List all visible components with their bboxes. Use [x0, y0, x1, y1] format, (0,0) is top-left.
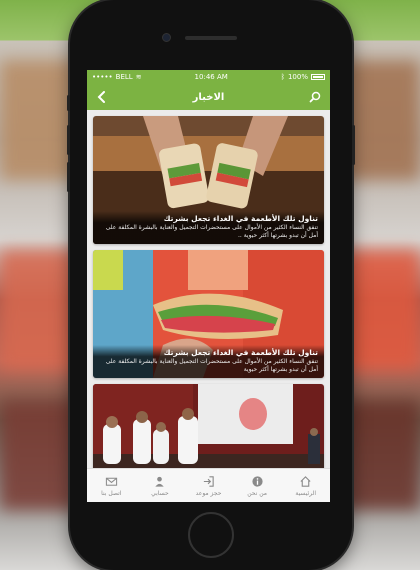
tab-label: الرئيسية — [295, 489, 317, 497]
account-icon — [155, 476, 165, 487]
app-screen: ••••• BELL ≋ 10:46 AM ᛒ 100% الاخبار تنا… — [87, 70, 330, 502]
tab-label: حسابي — [151, 489, 169, 497]
clock: 10:46 AM — [194, 73, 228, 81]
volume-down-button — [67, 162, 70, 192]
news-caption: تناول تلك الأطعمة في الغداء تجعل بشرتك ت… — [93, 211, 324, 244]
news-card[interactable]: تناول تلك الأطعمة في الغداء تجعل بشرتك ت… — [93, 250, 324, 378]
battery-icon — [310, 74, 325, 80]
mute-switch — [67, 95, 70, 111]
background-blur — [0, 250, 80, 370]
news-card[interactable] — [93, 384, 324, 474]
status-bar: ••••• BELL ≋ 10:46 AM ᛒ 100% — [87, 70, 330, 84]
tab-account[interactable]: حسابي — [136, 469, 185, 502]
background-blur — [0, 400, 80, 510]
wifi-icon: ≋ — [135, 73, 142, 81]
chevron-left-icon — [97, 91, 105, 103]
page-title: الاخبار — [192, 91, 225, 103]
bottom-tab-bar: الرئيسية من نحن حجز موعد حسابي اتصل بنا — [87, 468, 330, 502]
tab-booking[interactable]: حجز موعد — [184, 469, 233, 502]
bluetooth-icon: ᛒ — [280, 73, 285, 81]
signal-icon: ••••• — [92, 73, 113, 81]
tab-home[interactable]: الرئيسية — [281, 469, 330, 502]
news-excerpt: تنفق النساء الكثير من الأموال على مستحضر… — [105, 358, 318, 373]
info-icon — [252, 475, 263, 487]
power-button — [352, 125, 355, 165]
news-caption: تناول تلك الأطعمة في الغداء تجعل بشرتك ت… — [93, 345, 324, 378]
front-camera — [162, 33, 171, 42]
home-button[interactable] — [188, 512, 234, 558]
background-blur — [340, 400, 420, 510]
tab-label: حجز موعد — [195, 489, 222, 497]
battery-percent: 100% — [287, 73, 308, 81]
app-header: الاخبار — [87, 84, 330, 110]
mail-icon — [105, 477, 117, 486]
volume-up-button — [67, 125, 70, 155]
earpiece-speaker — [185, 36, 237, 40]
news-card[interactable]: تناول تلك الأطعمة في الغداء تجعل بشرتك ت… — [93, 116, 324, 244]
tab-label: اتصل بنا — [101, 489, 122, 497]
news-title: تناول تلك الأطعمة في الغداء تجعل بشرتك — [163, 214, 318, 223]
news-image — [93, 384, 324, 474]
tab-about[interactable]: من نحن — [233, 469, 282, 502]
back-button[interactable] — [94, 89, 110, 105]
phone-frame: ••••• BELL ≋ 10:46 AM ᛒ 100% الاخبار تنا… — [67, 0, 355, 570]
search-button[interactable] — [307, 89, 323, 105]
home-icon — [300, 475, 311, 487]
background-blur — [340, 250, 420, 370]
news-title: تناول تلك الأطعمة في الغداء تجعل بشرتك — [163, 348, 318, 357]
carrier-label: BELL — [115, 73, 133, 81]
news-excerpt: تنفق النساء الكثير من الأموال على مستحضر… — [105, 224, 318, 239]
news-list: تناول تلك الأطعمة في الغداء تجعل بشرتك ت… — [87, 110, 330, 474]
search-icon — [309, 91, 321, 103]
tab-label: من نحن — [247, 489, 268, 497]
login-icon — [203, 475, 214, 487]
tab-contact[interactable]: اتصل بنا — [87, 469, 136, 502]
